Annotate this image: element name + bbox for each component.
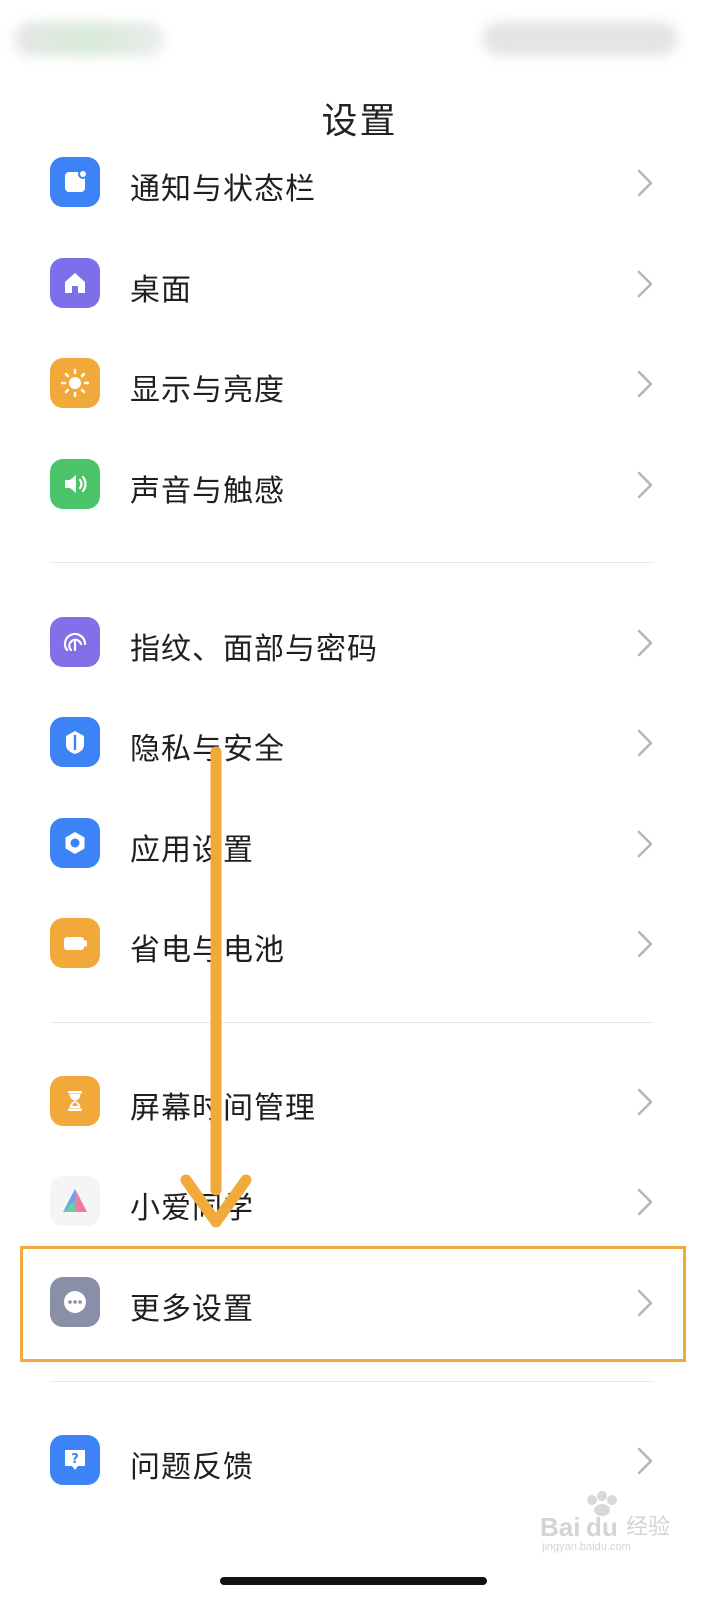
chevron-right-icon [637,270,653,298]
baidu-jingyan-watermark: Bai du 经验 jingyan.baidu.com [540,1491,670,1553]
fingerprint-icon [50,617,100,667]
chevron-right-icon [637,830,653,858]
svg-text:jingyan.baidu.com: jingyan.baidu.com [541,1541,631,1553]
settings-item-label: 问题反馈 [130,1450,254,1485]
feedback-icon: ? [50,1435,100,1485]
settings-item-label: 桌面 [130,273,192,308]
settings-item-label: 隐私与安全 [130,732,285,767]
settings-item-screen-time[interactable]: 屏幕时间管理 [0,1051,719,1151]
settings-item-label: 小爱同学 [130,1191,254,1226]
speaker-icon [50,459,100,509]
settings-item-label: 声音与触感 [130,474,285,509]
chevron-right-icon [637,1188,653,1216]
svg-text:?: ? [71,1452,79,1467]
highlight-box [20,1246,686,1362]
notification-icon [50,157,100,207]
settings-item-privacy-security[interactable]: 隐私与安全 [0,692,719,792]
chevron-right-icon [637,1088,653,1116]
settings-item-label: 省电与电池 [130,933,285,968]
svg-text:du: du [586,1512,618,1542]
xiaoai-icon [50,1176,100,1226]
status-bar-left-blurred [14,22,164,56]
gear-icon [50,818,100,868]
settings-item-fingerprint-face-password[interactable]: 指纹、面部与密码 [0,592,719,692]
chevron-right-icon [637,629,653,657]
svg-text:Bai: Bai [540,1512,580,1542]
svg-text:经验: 经验 [626,1515,670,1540]
hourglass-icon [50,1076,100,1126]
settings-item-xiaoai[interactable]: 小爱同学 [0,1151,719,1251]
section-divider [50,562,654,563]
settings-item-sound[interactable]: 声音与触感 [0,434,719,534]
chevron-right-icon [637,471,653,499]
settings-item-app-settings[interactable]: 应用设置 [0,793,719,893]
settings-item-label: 显示与亮度 [130,373,285,408]
settings-item-battery[interactable]: 省电与电池 [0,893,719,993]
settings-item-notifications[interactable]: 通知与状态栏 [0,132,719,232]
chevron-right-icon [637,370,653,398]
settings-item-label: 通知与状态栏 [130,172,316,207]
section-divider [50,1381,654,1382]
section-divider [50,1022,654,1023]
settings-item-label: 应用设置 [130,833,254,868]
settings-item-label: 指纹、面部与密码 [130,632,378,667]
chevron-right-icon [637,1447,653,1475]
status-bar-right-blurred [482,22,678,56]
chevron-right-icon [637,729,653,757]
settings-item-display[interactable]: 显示与亮度 [0,333,719,433]
chevron-right-icon [637,930,653,958]
home-icon [50,258,100,308]
battery-icon [50,918,100,968]
sun-icon [50,358,100,408]
settings-item-desktop[interactable]: 桌面 [0,233,719,333]
chevron-right-icon [637,169,653,197]
settings-item-label: 屏幕时间管理 [130,1091,316,1126]
home-indicator[interactable] [220,1577,487,1585]
shield-icon [50,717,100,767]
